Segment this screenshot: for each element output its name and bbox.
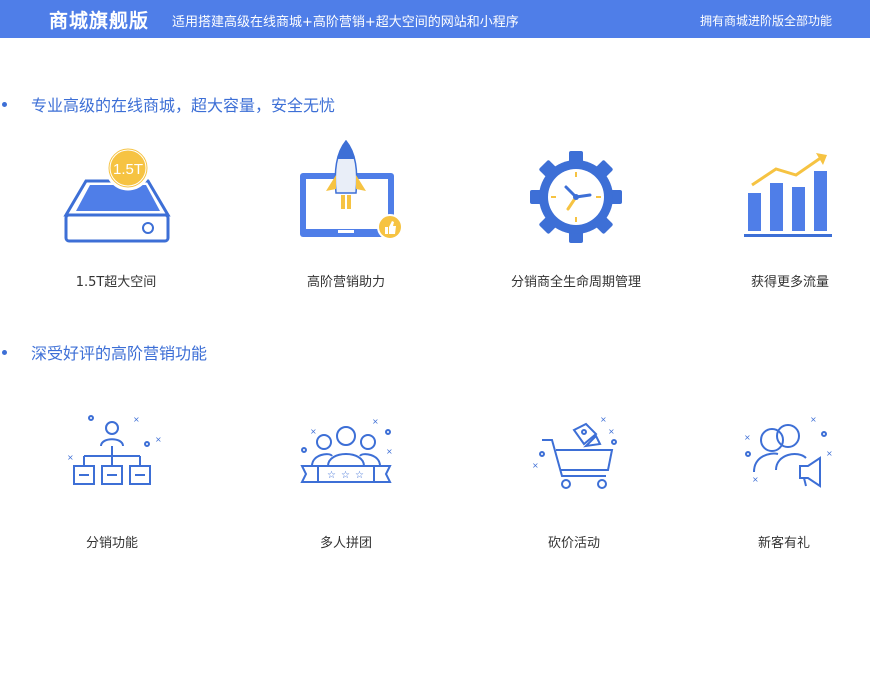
svg-text:×: × [310,427,317,436]
section1-title: 专业高级的在线商城，超大容量，安全无忧 [0,92,335,116]
feature-label: 1.5T超大空间 [75,275,157,290]
svg-text:☆: ☆ [327,470,336,481]
header-tagline: 适用搭建高级在线商城+高阶营销+超大空间的网站和小程序 [172,15,519,30]
feature-storage: 1.5T 1.5T超大空间 [16,135,216,290]
svg-text:×: × [155,435,162,444]
section1-title-text: 专业高级的在线商城，超大容量，安全无忧 [31,96,336,115]
feature-traffic: 获得更多流量 [690,135,870,290]
feature-bargain: × × × 砍价活动 [474,410,674,551]
svg-text:×: × [67,453,74,462]
svg-text:×: × [372,417,379,426]
svg-text:×: × [752,475,759,484]
feature-distributor-lifecycle: 分销商全生命周期管理 [476,135,676,290]
section2-title: 深受好评的高阶营销功能 [0,340,207,364]
feature-new-customer: × × × × 新客有礼 [684,410,870,551]
svg-text:×: × [744,433,751,442]
storage-badge-text: 1.5T [113,161,143,178]
feature-label: 新客有礼 [757,536,810,551]
feature-label: 获得更多流量 [750,275,829,290]
bullet-dot [2,350,7,355]
header-right-note: 拥有商城进阶版全部功能 [699,14,832,28]
feature-label: 分销功能 [85,536,138,551]
group-buy-icon: ☆ ☆ ☆ × × × [246,410,446,494]
rocket-laptop-icon [246,135,446,245]
feature-group-buy: ☆ ☆ ☆ × × × 多人拼团 [246,410,446,551]
new-customer-megaphone-icon: × × × × [684,410,870,494]
top-banner: 商城旗舰版 适用搭建高级在线商城+高阶营销+超大空间的网站和小程序 拥有商城进阶… [0,0,870,38]
gear-clock-icon [476,135,676,245]
svg-text:×: × [133,415,140,424]
storage-drive-icon: 1.5T [16,135,216,245]
svg-text:×: × [386,447,393,456]
bullet-dot [2,102,7,107]
growth-chart-icon [690,135,870,245]
svg-text:×: × [532,461,539,470]
feature-distribution: × × × 分销功能 [12,410,212,551]
feature-label: 多人拼团 [319,536,372,551]
svg-text:☆: ☆ [355,470,364,481]
feature-label: 分销商全生命周期管理 [510,275,641,290]
feature-marketing: 高阶营销助力 [246,135,446,290]
feature-label: 砍价活动 [547,536,600,551]
shopping-cart-icon: × × × [474,410,674,494]
svg-text:×: × [826,449,833,458]
svg-text:×: × [600,415,607,424]
brand-title: 商城旗舰版 [49,10,150,32]
svg-text:☆: ☆ [341,470,350,481]
svg-text:×: × [810,415,817,424]
section2-title-text: 深受好评的高阶营销功能 [31,344,208,363]
feature-label: 高阶营销助力 [306,275,385,290]
svg-text:×: × [608,427,615,436]
distribution-tree-icon: × × × [12,410,212,494]
